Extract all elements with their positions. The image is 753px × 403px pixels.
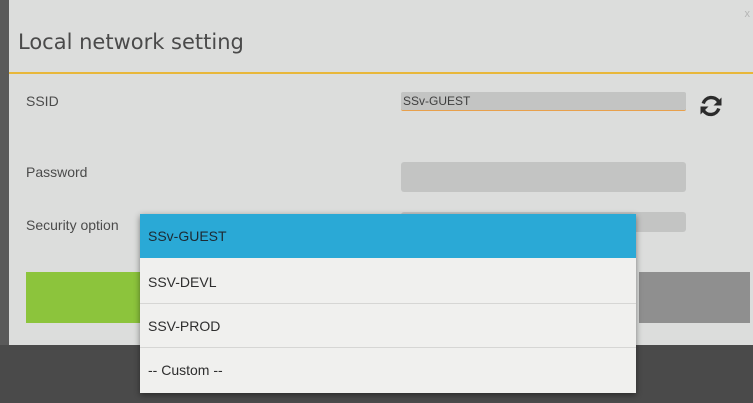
refresh-icon[interactable] xyxy=(697,92,725,120)
ssid-label: SSID xyxy=(26,93,59,109)
dialog-title: Local network setting xyxy=(18,30,244,54)
ssid-input[interactable]: SSv-GUEST xyxy=(401,92,686,111)
password-input[interactable] xyxy=(401,162,686,192)
ssid-dropdown-list: SSv-GUEST SSV-DEVL SSV-PROD -- Custom -- xyxy=(140,214,636,393)
cancel-button[interactable] xyxy=(639,272,750,323)
dropdown-option-ssv-devl[interactable]: SSV-DEVL xyxy=(140,260,636,304)
security-option-label: Security option xyxy=(26,217,119,233)
close-icon[interactable]: x xyxy=(745,8,751,20)
dropdown-option-custom[interactable]: -- Custom -- xyxy=(140,348,636,392)
password-label: Password xyxy=(26,164,88,180)
dropdown-option-ssv-prod[interactable]: SSV-PROD xyxy=(140,304,636,348)
title-divider xyxy=(9,72,753,74)
dropdown-option-ssv-guest[interactable]: SSv-GUEST xyxy=(140,214,636,258)
connect-button[interactable] xyxy=(26,272,149,323)
